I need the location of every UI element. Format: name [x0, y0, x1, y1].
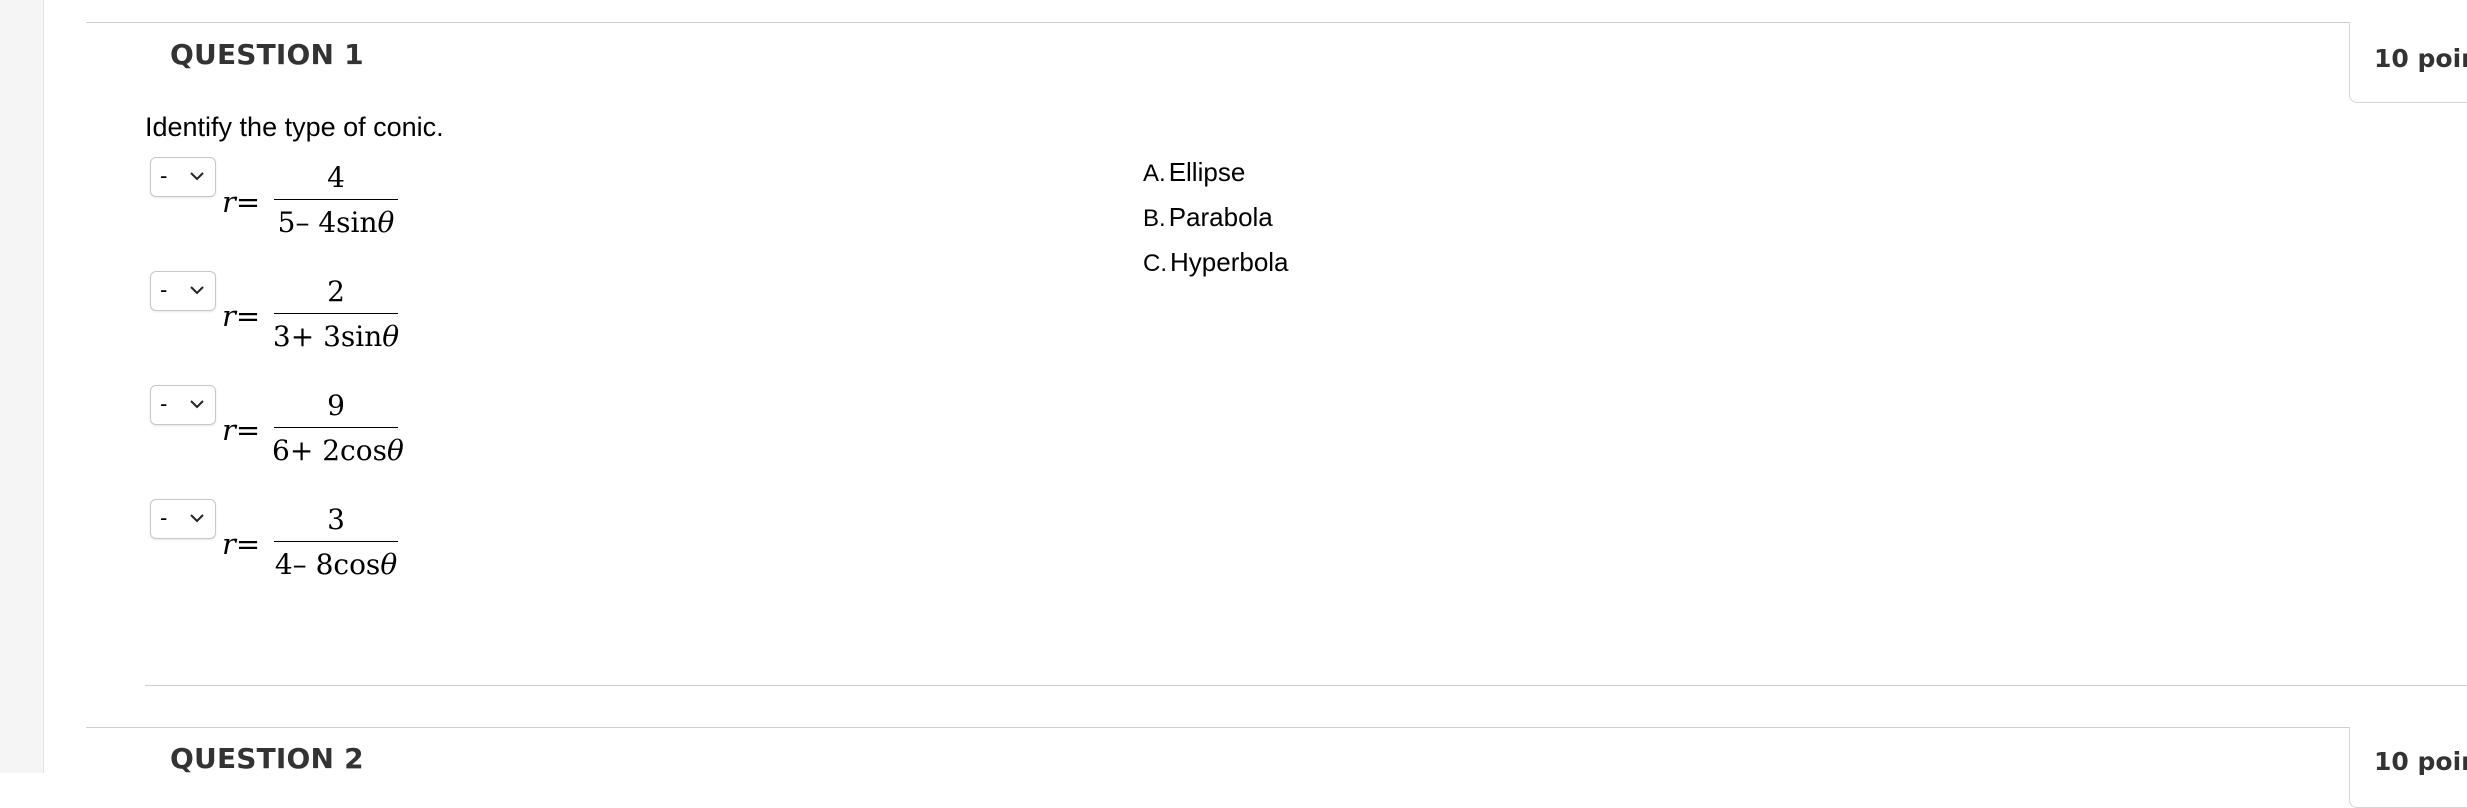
equation-lhs: r=	[222, 299, 261, 333]
fraction: 2 3+ 3sinθ	[272, 271, 400, 358]
fraction: 4 5– 4sinθ	[272, 157, 400, 244]
fraction: 3 4– 8cosθ	[272, 499, 400, 586]
select-value: -	[160, 505, 168, 530]
matching-item-1: - r= 4 5– 4sinθ	[150, 157, 710, 257]
question-1-points: 10 poin	[2374, 44, 2467, 73]
numerator: 9	[327, 389, 345, 422]
choice-b: B. Parabola	[1143, 202, 1273, 232]
chevron-down-icon	[190, 514, 204, 523]
question-2-points-box: 10 poin	[2349, 727, 2467, 808]
chevron-down-icon	[190, 172, 204, 181]
chevron-down-icon	[190, 286, 204, 295]
answer-select-3[interactable]: -	[150, 385, 216, 425]
select-value: -	[160, 391, 168, 416]
question-1-top-rule	[86, 22, 2467, 23]
answer-select-1[interactable]: -	[150, 157, 216, 197]
question-2-top-rule	[86, 727, 2467, 728]
fraction: 9 6+ 2cosθ	[272, 385, 404, 472]
question-1-instruction: Identify the type of conic.	[145, 112, 444, 142]
denominator: 4– 8cosθ	[274, 548, 398, 581]
denominator: 5– 4sinθ	[277, 206, 395, 239]
matching-item-2: - r= 2 3+ 3sinθ	[150, 271, 710, 371]
equation-lhs: r=	[222, 185, 261, 219]
question-1-points-box: 10 poin	[2349, 22, 2467, 103]
denominator: 3+ 3sinθ	[272, 320, 400, 353]
matching-item-3: - r= 9 6+ 2cosθ	[150, 385, 710, 485]
question-1-bottom-rule	[145, 685, 2467, 686]
question-2-title: QUESTION 2	[170, 742, 364, 775]
chevron-down-icon	[190, 400, 204, 409]
select-value: -	[160, 163, 168, 188]
choice-c: C. Hyperbola	[1143, 247, 1289, 277]
answer-choices: A. Ellipse B. Parabola C. Hyperbola	[1143, 155, 1289, 290]
numerator: 4	[327, 161, 345, 194]
question-2-points: 10 poin	[2374, 747, 2467, 776]
numerator: 3	[327, 503, 345, 536]
denominator: 6+ 2cosθ	[272, 434, 404, 467]
select-value: -	[160, 277, 168, 302]
left-sidebar-rail	[0, 0, 44, 773]
numerator: 2	[327, 275, 345, 308]
choice-a: A. Ellipse	[1143, 157, 1246, 187]
answer-select-2[interactable]: -	[150, 271, 216, 311]
equation-lhs: r=	[222, 413, 261, 447]
question-1-title: QUESTION 1	[170, 38, 364, 71]
matching-item-4: - r= 3 4– 8cosθ	[150, 499, 710, 599]
answer-select-4[interactable]: -	[150, 499, 216, 539]
equation-lhs: r=	[222, 527, 261, 561]
